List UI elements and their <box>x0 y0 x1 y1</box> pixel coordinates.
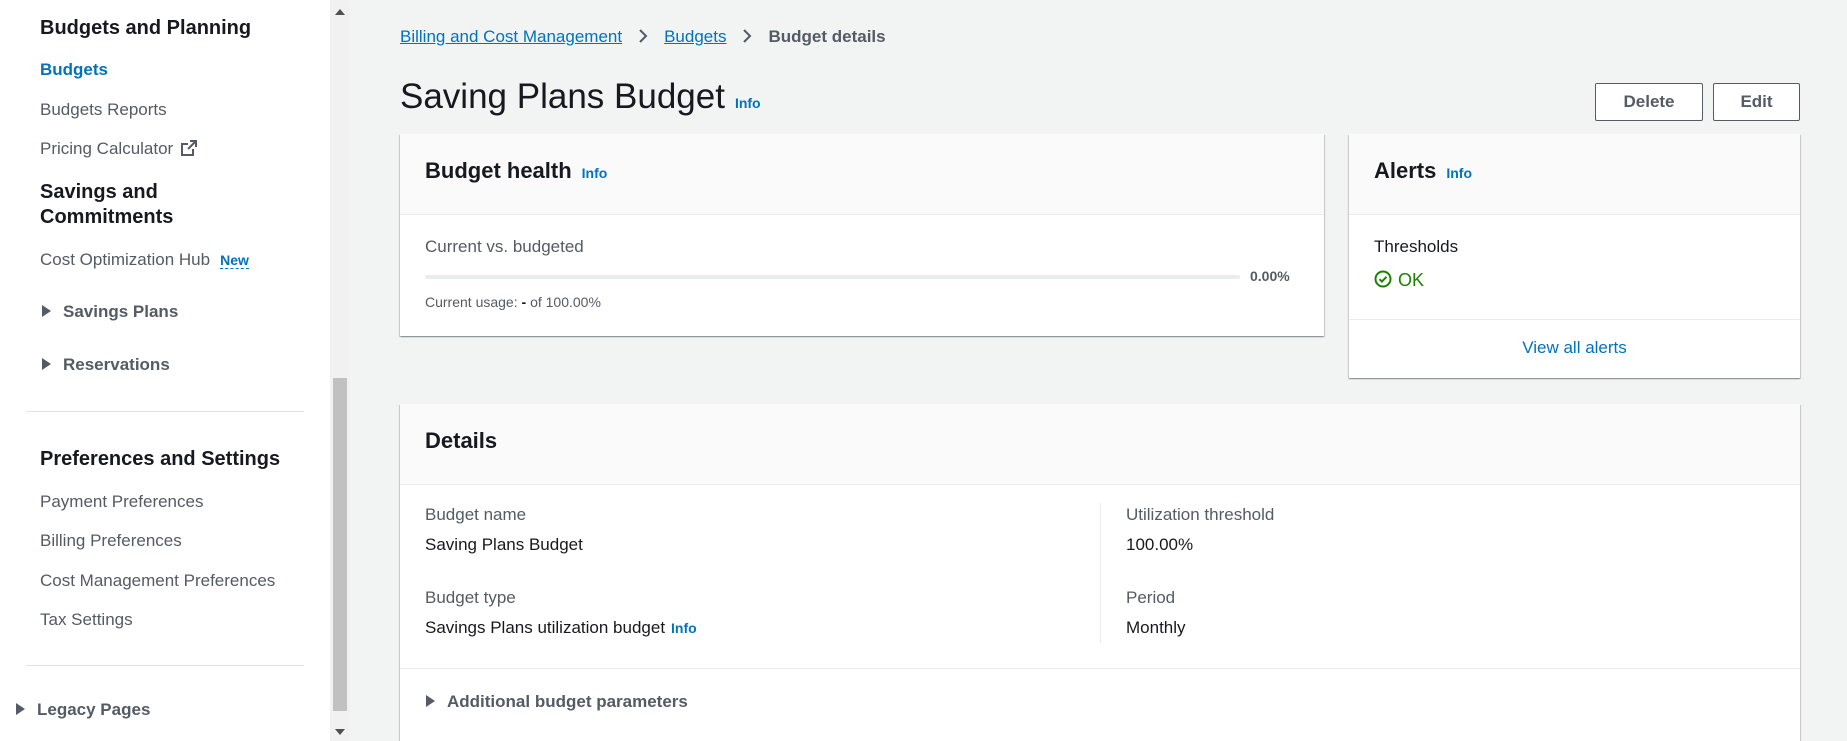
caret-right-icon <box>16 702 25 715</box>
sidebar-section-preferences-settings: Preferences and Settings <box>40 448 281 470</box>
budget-type-value: Savings Plans utilization budget Info <box>425 618 697 638</box>
budget-type-text: Savings Plans utilization budget <box>425 618 666 637</box>
scroll-down-arrow-icon[interactable] <box>335 729 345 735</box>
card-divider <box>400 668 1800 669</box>
sidebar-item-budgets[interactable]: Budgets <box>40 60 108 80</box>
edit-button[interactable]: Edit <box>1713 83 1800 121</box>
sidebar-item-savings-plans[interactable]: Savings Plans <box>42 302 178 322</box>
sidebar: Budgets and Planning Budgets Budgets Rep… <box>0 0 330 741</box>
budget-name-value: Saving Plans Budget <box>425 535 583 554</box>
view-all-alerts-link[interactable]: View all alerts <box>1349 338 1800 358</box>
alerts-title: Alerts <box>1374 158 1437 183</box>
external-link-icon <box>181 139 198 156</box>
additional-budget-parameters-toggle[interactable]: Additional budget parameters <box>426 692 688 712</box>
caret-right-icon <box>42 357 51 370</box>
budget-progress-bar <box>425 275 1240 279</box>
additional-params-label: Additional budget parameters <box>447 692 688 711</box>
sidebar-item-billing-preferences[interactable]: Billing Preferences <box>40 531 182 551</box>
caret-right-icon <box>426 694 435 707</box>
sidebar-item-label: Savings Plans <box>63 302 179 321</box>
details-title: Details <box>425 428 498 453</box>
budget-type-info-link[interactable]: Info <box>671 620 697 636</box>
card-header: Details <box>400 404 1800 485</box>
sidebar-section-budgets-planning: Budgets and Planning <box>40 17 252 39</box>
budget-name-label: Budget name <box>425 505 527 524</box>
page-info-link[interactable]: Info <box>735 95 761 111</box>
usage-prefix: Current usage: <box>425 294 518 310</box>
sidebar-item-payment-preferences[interactable]: Payment Preferences <box>40 492 203 512</box>
alerts-card: Alerts Info Thresholds OK View all alerts <box>1349 134 1800 378</box>
status-ok: OK <box>1374 270 1424 291</box>
current-vs-budgeted-label: Current vs. budgeted <box>425 237 584 256</box>
new-badge: New <box>220 252 249 269</box>
sidebar-item-label: Reservations <box>63 355 170 374</box>
card-header: Budget health Info <box>400 134 1324 215</box>
scrollbar-thumb[interactable] <box>333 378 347 711</box>
chevron-right-icon <box>639 28 648 43</box>
period-label: Period <box>1126 588 1176 607</box>
sidebar-divider <box>26 665 304 666</box>
utilization-threshold-value: 100.00% <box>1126 535 1194 554</box>
sidebar-item-label: Legacy Pages <box>37 700 151 719</box>
page-title: Saving Plans Budget Info <box>400 77 761 117</box>
breadcrumb-current: Budget details <box>768 27 886 46</box>
column-divider <box>1100 503 1101 643</box>
budget-type-label: Budget type <box>425 588 516 607</box>
card-header: Alerts Info <box>1349 134 1800 215</box>
delete-button[interactable]: Delete <box>1595 83 1703 121</box>
period-value: Monthly <box>1126 618 1186 637</box>
scroll-up-arrow-icon[interactable] <box>335 9 345 15</box>
budget-health-card: Budget health Info Current vs. budgeted 0… <box>400 134 1324 336</box>
progress-percent: 0.00% <box>1250 268 1290 284</box>
check-circle-icon <box>1374 270 1392 288</box>
sidebar-item-cost-management-preferences[interactable]: Cost Management Preferences <box>40 571 275 591</box>
current-usage-text: Current usage: - of 100.00% <box>425 294 601 310</box>
budget-health-info-link[interactable]: Info <box>582 165 608 181</box>
breadcrumb: Billing and Cost Management Budgets Budget… <box>400 27 886 47</box>
sidebar-item-reservations[interactable]: Reservations <box>42 355 170 375</box>
status-text: OK <box>1398 270 1425 290</box>
sidebar-scrollbar[interactable] <box>330 0 350 741</box>
sidebar-item-budgets-reports[interactable]: Budgets Reports <box>40 100 167 120</box>
alerts-info-link[interactable]: Info <box>1446 165 1472 181</box>
sidebar-item-pricing-calculator[interactable]: Pricing Calculator <box>40 139 199 160</box>
usage-suffix: of 100.00% <box>530 294 601 310</box>
budget-health-title: Budget health <box>425 158 572 183</box>
utilization-threshold-label: Utilization threshold <box>1126 505 1275 524</box>
thresholds-label: Thresholds <box>1374 237 1459 256</box>
card-title: Budget health Info <box>425 158 607 184</box>
card-title: Alerts Info <box>1374 158 1472 184</box>
usage-value: - <box>521 294 527 310</box>
sidebar-item-label: Pricing Calculator <box>40 139 174 158</box>
sidebar-item-tax-settings[interactable]: Tax Settings <box>40 610 133 630</box>
chevron-right-icon <box>743 28 752 43</box>
sidebar-divider <box>26 411 304 412</box>
page-title-text: Saving Plans Budget <box>400 77 725 116</box>
sidebar-section-savings-commitments: Savings and Commitments <box>40 181 174 228</box>
breadcrumb-billing-cost-management[interactable]: Billing and Cost Management <box>400 27 622 46</box>
sidebar-item-cost-optimization-hub[interactable]: Cost Optimization Hub New <box>40 250 249 270</box>
card-divider <box>1349 319 1800 320</box>
breadcrumb-budgets[interactable]: Budgets <box>664 27 726 46</box>
caret-right-icon <box>42 304 51 317</box>
details-card: Details Budget name Saving Plans Budget … <box>400 404 1800 741</box>
sidebar-item-label: Cost Optimization Hub <box>40 250 211 269</box>
sidebar-item-legacy-pages[interactable]: Legacy Pages <box>16 700 150 720</box>
